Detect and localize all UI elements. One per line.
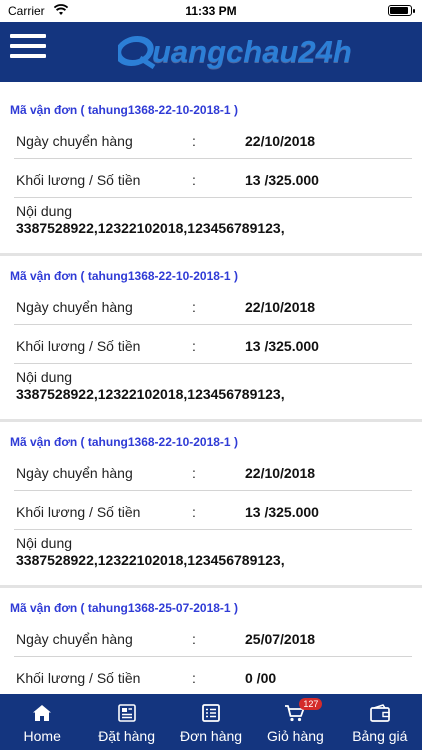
order-code: Mã vận đơn ( tahung1368-22-10-2018-1 ) xyxy=(10,103,238,117)
brand-logo: uangchau24h xyxy=(118,34,352,70)
separator: : xyxy=(192,338,196,354)
order-card[interactable]: Mã vận đơn ( tahung1368-22-10-2018-1 ) N… xyxy=(0,256,422,422)
battery-icon xyxy=(388,5,415,16)
content-block: Nội dung 3387528922,12322102018,12345678… xyxy=(14,364,412,419)
separator: : xyxy=(192,465,196,481)
app-screen: Carrier 11:33 PM uangchau24h Mã vận đơn … xyxy=(0,0,422,750)
app-header: uangchau24h xyxy=(0,22,422,82)
content-block: Nội dung 3387528922,12322102018,12345678… xyxy=(14,198,412,253)
separator: : xyxy=(192,670,196,686)
weight-amount-label: Khối lương / Số tiền xyxy=(16,670,141,686)
nav-price-list[interactable]: Bảng giá xyxy=(338,694,422,750)
nav-place-order-label: Đặt hàng xyxy=(98,728,156,744)
weight-amount-value: 13 /325.000 xyxy=(245,338,319,354)
cart-count-badge: 127 xyxy=(299,698,323,710)
content-value: 3387528922,12322102018,123456789123, xyxy=(16,386,285,402)
order-card[interactable]: Mã vận đơn ( tahung1368-22-10-2018-1 ) N… xyxy=(0,422,422,588)
order-card[interactable]: Mã vận đơn ( tahung1368-25-07-2018-1 ) N… xyxy=(0,588,422,694)
content-label: Nội dung xyxy=(16,203,73,219)
hamburger-icon xyxy=(10,34,46,38)
separator: : xyxy=(192,172,196,188)
nav-orders[interactable]: Đơn hàng xyxy=(169,694,253,750)
weight-amount-row: Khối lương / Số tiền : 0 /00 xyxy=(14,657,412,694)
ship-date-label: Ngày chuyển hàng xyxy=(16,299,133,315)
separator: : xyxy=(192,299,196,315)
ship-date-row: Ngày chuyển hàng : 25/07/2018 xyxy=(14,618,412,657)
separator: : xyxy=(192,133,196,149)
status-bar: Carrier 11:33 PM xyxy=(0,0,422,22)
weight-amount-label: Khối lương / Số tiền xyxy=(16,338,141,354)
content-block: Nội dung 3387528922,12322102018,12345678… xyxy=(14,530,412,585)
home-icon xyxy=(33,705,52,721)
weight-amount-label: Khối lương / Số tiền xyxy=(16,172,141,188)
nav-place-order[interactable]: Đặt hàng xyxy=(84,694,168,750)
nav-home-label: Home xyxy=(23,728,61,744)
weight-amount-row: Khối lương / Số tiền : 13 /325.000 xyxy=(14,491,412,530)
content-value: 3387528922,12322102018,123456789123, xyxy=(16,220,285,236)
ship-date-value: 25/07/2018 xyxy=(245,631,316,647)
weight-amount-value: 13 /325.000 xyxy=(245,172,319,188)
order-code: Mã vận đơn ( tahung1368-22-10-2018-1 ) xyxy=(10,435,238,449)
ship-date-row: Ngày chuyển hàng : 22/10/2018 xyxy=(14,120,412,159)
order-card[interactable]: Mã vận đơn ( tahung1368-22-10-2018-1 ) N… xyxy=(0,90,422,256)
weight-amount-value: 0 /00 xyxy=(245,670,277,686)
weight-amount-row: Khối lương / Số tiền : 13 /325.000 xyxy=(14,159,412,198)
ship-date-value: 22/10/2018 xyxy=(245,299,316,315)
order-list[interactable]: Mã vận đơn ( tahung1368-22-10-2018-1 ) N… xyxy=(0,90,422,694)
content-label: Nội dung xyxy=(16,369,73,385)
nav-orders-label: Đơn hàng xyxy=(179,728,243,744)
menu-button[interactable] xyxy=(10,34,46,66)
ship-date-label: Ngày chuyển hàng xyxy=(16,133,133,149)
weight-amount-row: Khối lương / Số tiền : 13 /325.000 xyxy=(14,325,412,364)
ship-date-value: 22/10/2018 xyxy=(245,465,316,481)
content-label: Nội dung xyxy=(16,535,73,551)
nav-cart-label: Giỏ hàng xyxy=(267,728,324,744)
logo-text: uangchau24h xyxy=(152,34,352,69)
content-value: 3387528922,12322102018,123456789123, xyxy=(16,552,285,568)
clock: 11:33 PM xyxy=(185,4,237,18)
nav-price-list-label: Bảng giá xyxy=(352,728,408,744)
ship-date-row: Ngày chuyển hàng : 22/10/2018 xyxy=(14,286,412,325)
bottom-nav: Home Đặt hàng Đơn hàng 127 Giỏ hàng Bảng… xyxy=(0,694,422,750)
order-code: Mã vận đơn ( tahung1368-25-07-2018-1 ) xyxy=(10,601,238,615)
ship-date-value: 22/10/2018 xyxy=(245,133,316,149)
ship-date-label: Ngày chuyển hàng xyxy=(16,631,133,647)
weight-amount-value: 13 /325.000 xyxy=(245,504,319,520)
order-form-icon xyxy=(117,704,136,722)
price-wallet-icon xyxy=(369,704,390,722)
ship-date-label: Ngày chuyển hàng xyxy=(16,465,133,481)
orders-list-icon xyxy=(202,704,220,722)
nav-cart[interactable]: 127 Giỏ hàng xyxy=(253,694,337,750)
ship-date-row: Ngày chuyển hàng : 22/10/2018 xyxy=(14,452,412,491)
weight-amount-label: Khối lương / Số tiền xyxy=(16,504,141,520)
nav-home[interactable]: Home xyxy=(0,694,84,750)
order-code: Mã vận đơn ( tahung1368-22-10-2018-1 ) xyxy=(10,269,238,283)
separator: : xyxy=(192,631,196,647)
separator: : xyxy=(192,504,196,520)
